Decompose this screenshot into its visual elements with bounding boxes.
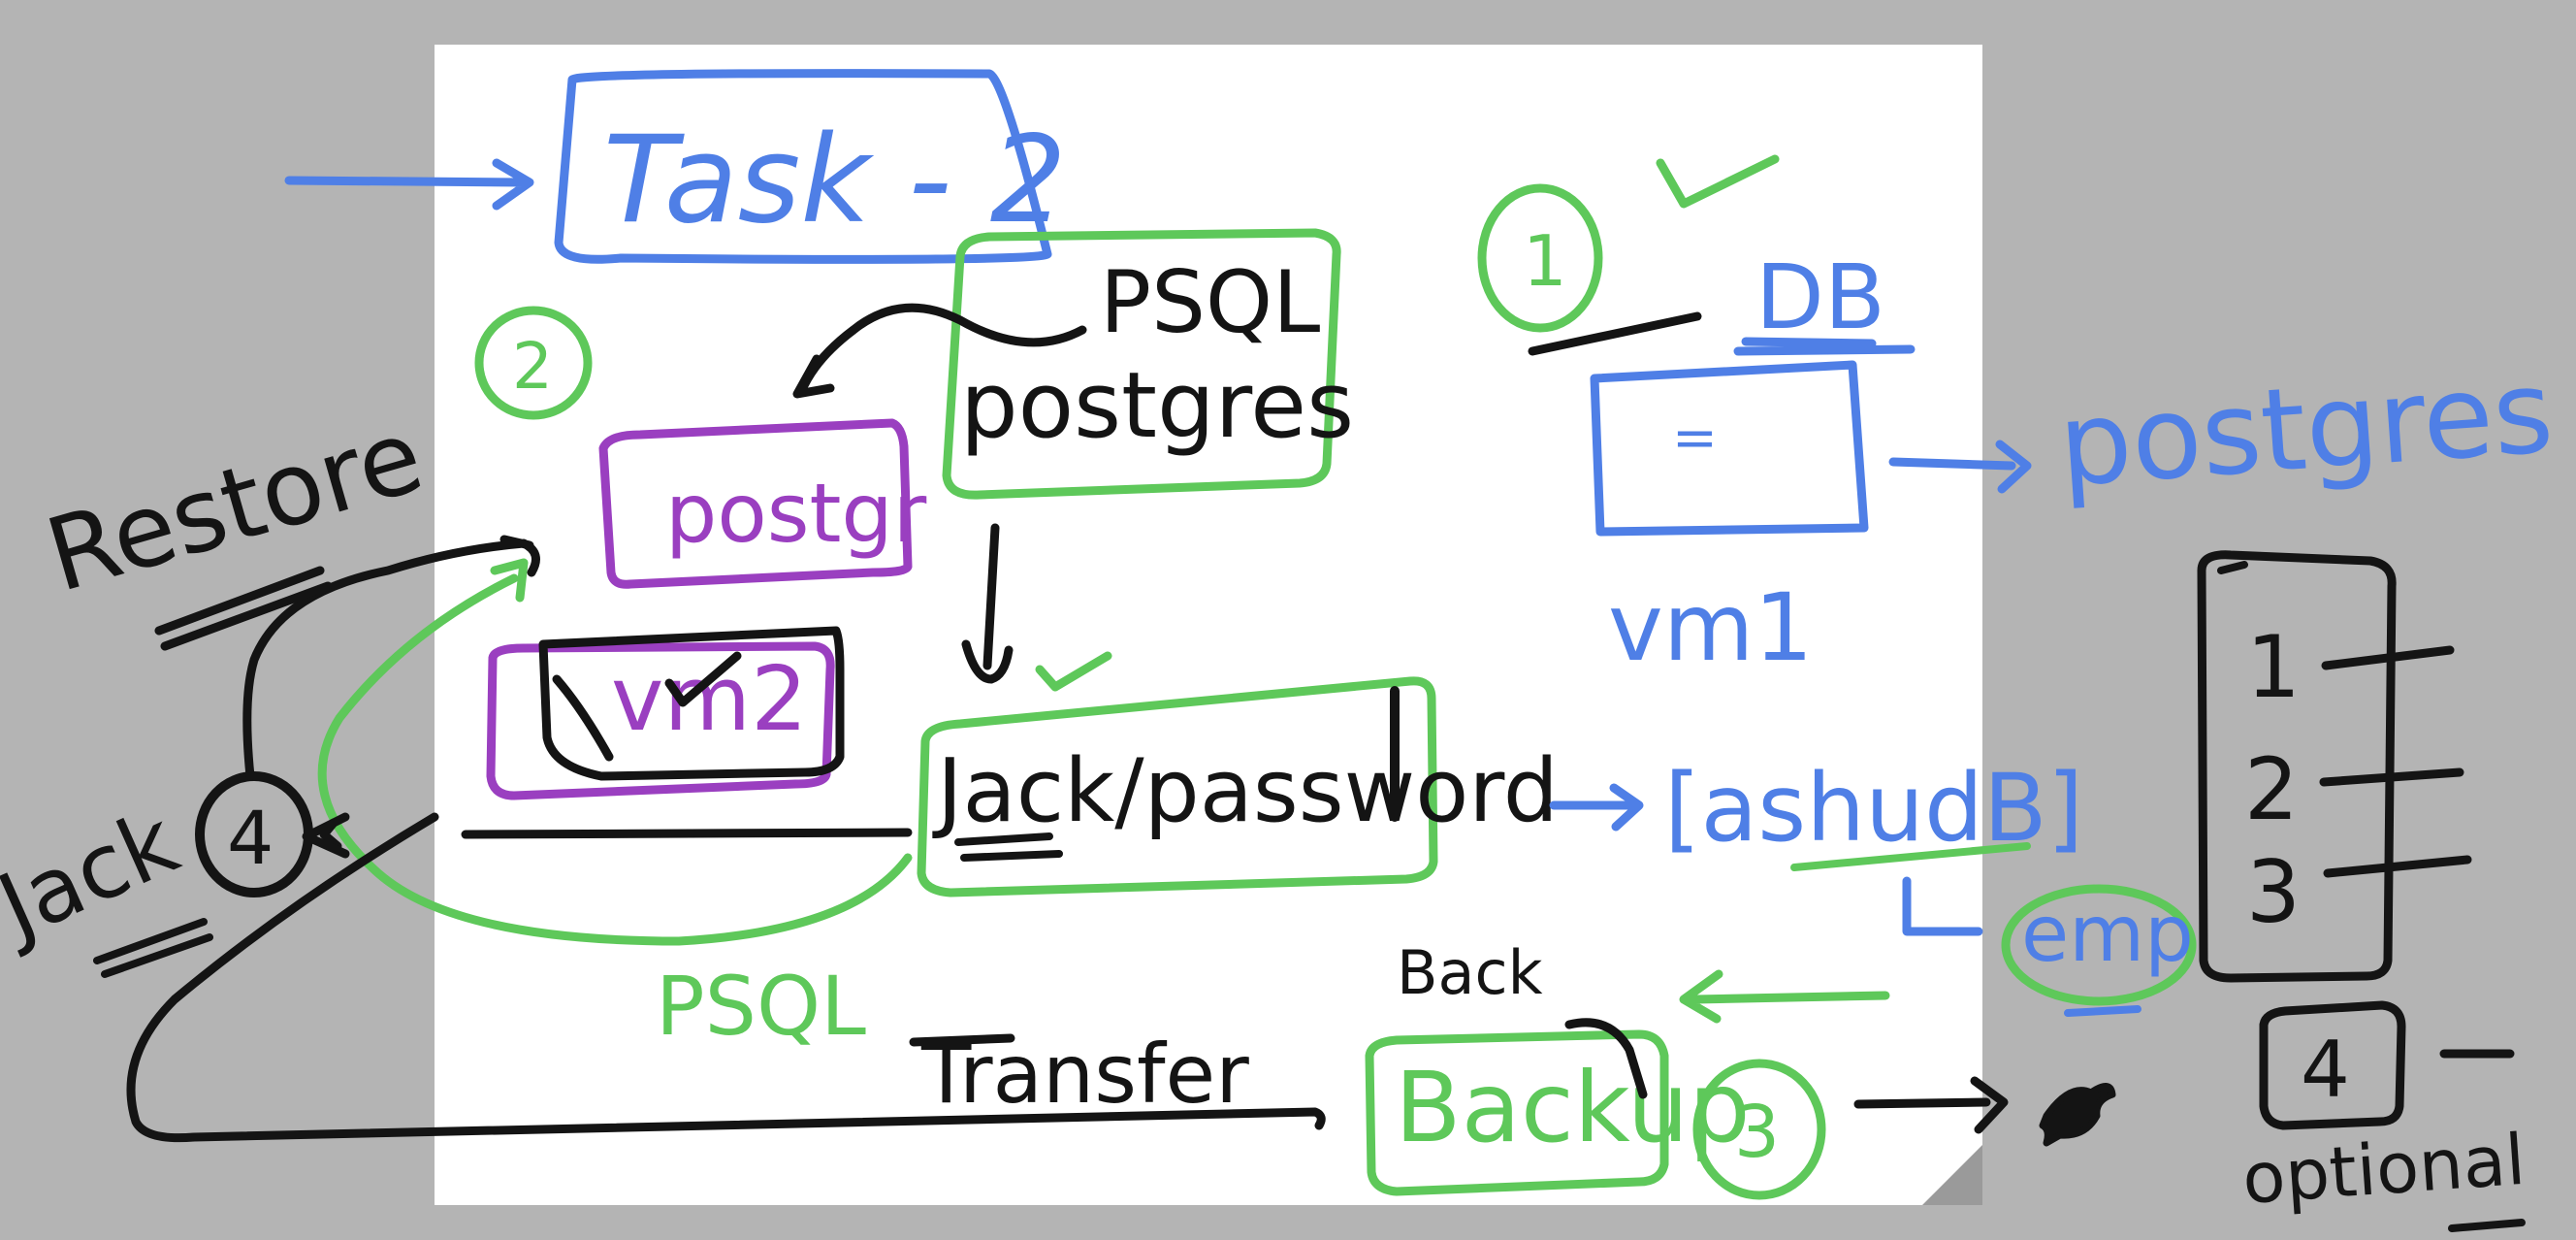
task-title: Task - 2 xyxy=(603,111,1067,250)
emp-underline xyxy=(2064,1005,2141,1017)
list-item-2-dash xyxy=(2319,767,2464,787)
optional-label: optional xyxy=(2239,1119,2528,1220)
step-3-number: 3 xyxy=(1734,1091,1780,1174)
psql-top-label: PSQL xyxy=(1100,252,1320,352)
vm1-label: vm1 xyxy=(1608,573,1813,682)
vm2-label: vm2 xyxy=(611,647,808,751)
postgr-purple-label: postgr xyxy=(665,466,927,561)
jack-left-underline xyxy=(93,918,213,978)
postgres-box-label: postgres xyxy=(960,353,1354,459)
bird-icon xyxy=(2039,1083,2116,1147)
whiteboard-canvas: Task - 2 2 PSQL postgres postgr vm2 Jack… xyxy=(0,45,2557,1232)
list-item-3: 3 xyxy=(2246,842,2301,942)
transfer-t-bar xyxy=(909,1033,1015,1047)
db-label: DB xyxy=(1755,245,1885,349)
step-4-right-number: 4 xyxy=(2301,1025,2350,1115)
list-top-stroke xyxy=(2217,561,2248,574)
db-inner-mark: = xyxy=(1672,407,1718,470)
restore-label: Restore xyxy=(34,396,435,615)
restore-underline xyxy=(154,566,333,651)
emp-label: emp xyxy=(2021,889,2194,979)
optional-underline xyxy=(2448,1219,2526,1232)
list-item-1: 1 xyxy=(2246,617,2301,717)
list-item-2: 2 xyxy=(2244,739,2299,839)
step-4-left-number: 4 xyxy=(227,795,274,881)
backup-above-label: Back xyxy=(1397,937,1543,1008)
list-item-3-dash xyxy=(2323,855,2472,878)
psql-bottom-label: PSQL xyxy=(656,959,866,1054)
step-2-number: 2 xyxy=(512,329,553,404)
jack-password-label: Jack/password xyxy=(932,740,1559,842)
postgres-right-label: postgres xyxy=(2054,344,2557,512)
step-1-number: 1 xyxy=(1523,220,1567,302)
